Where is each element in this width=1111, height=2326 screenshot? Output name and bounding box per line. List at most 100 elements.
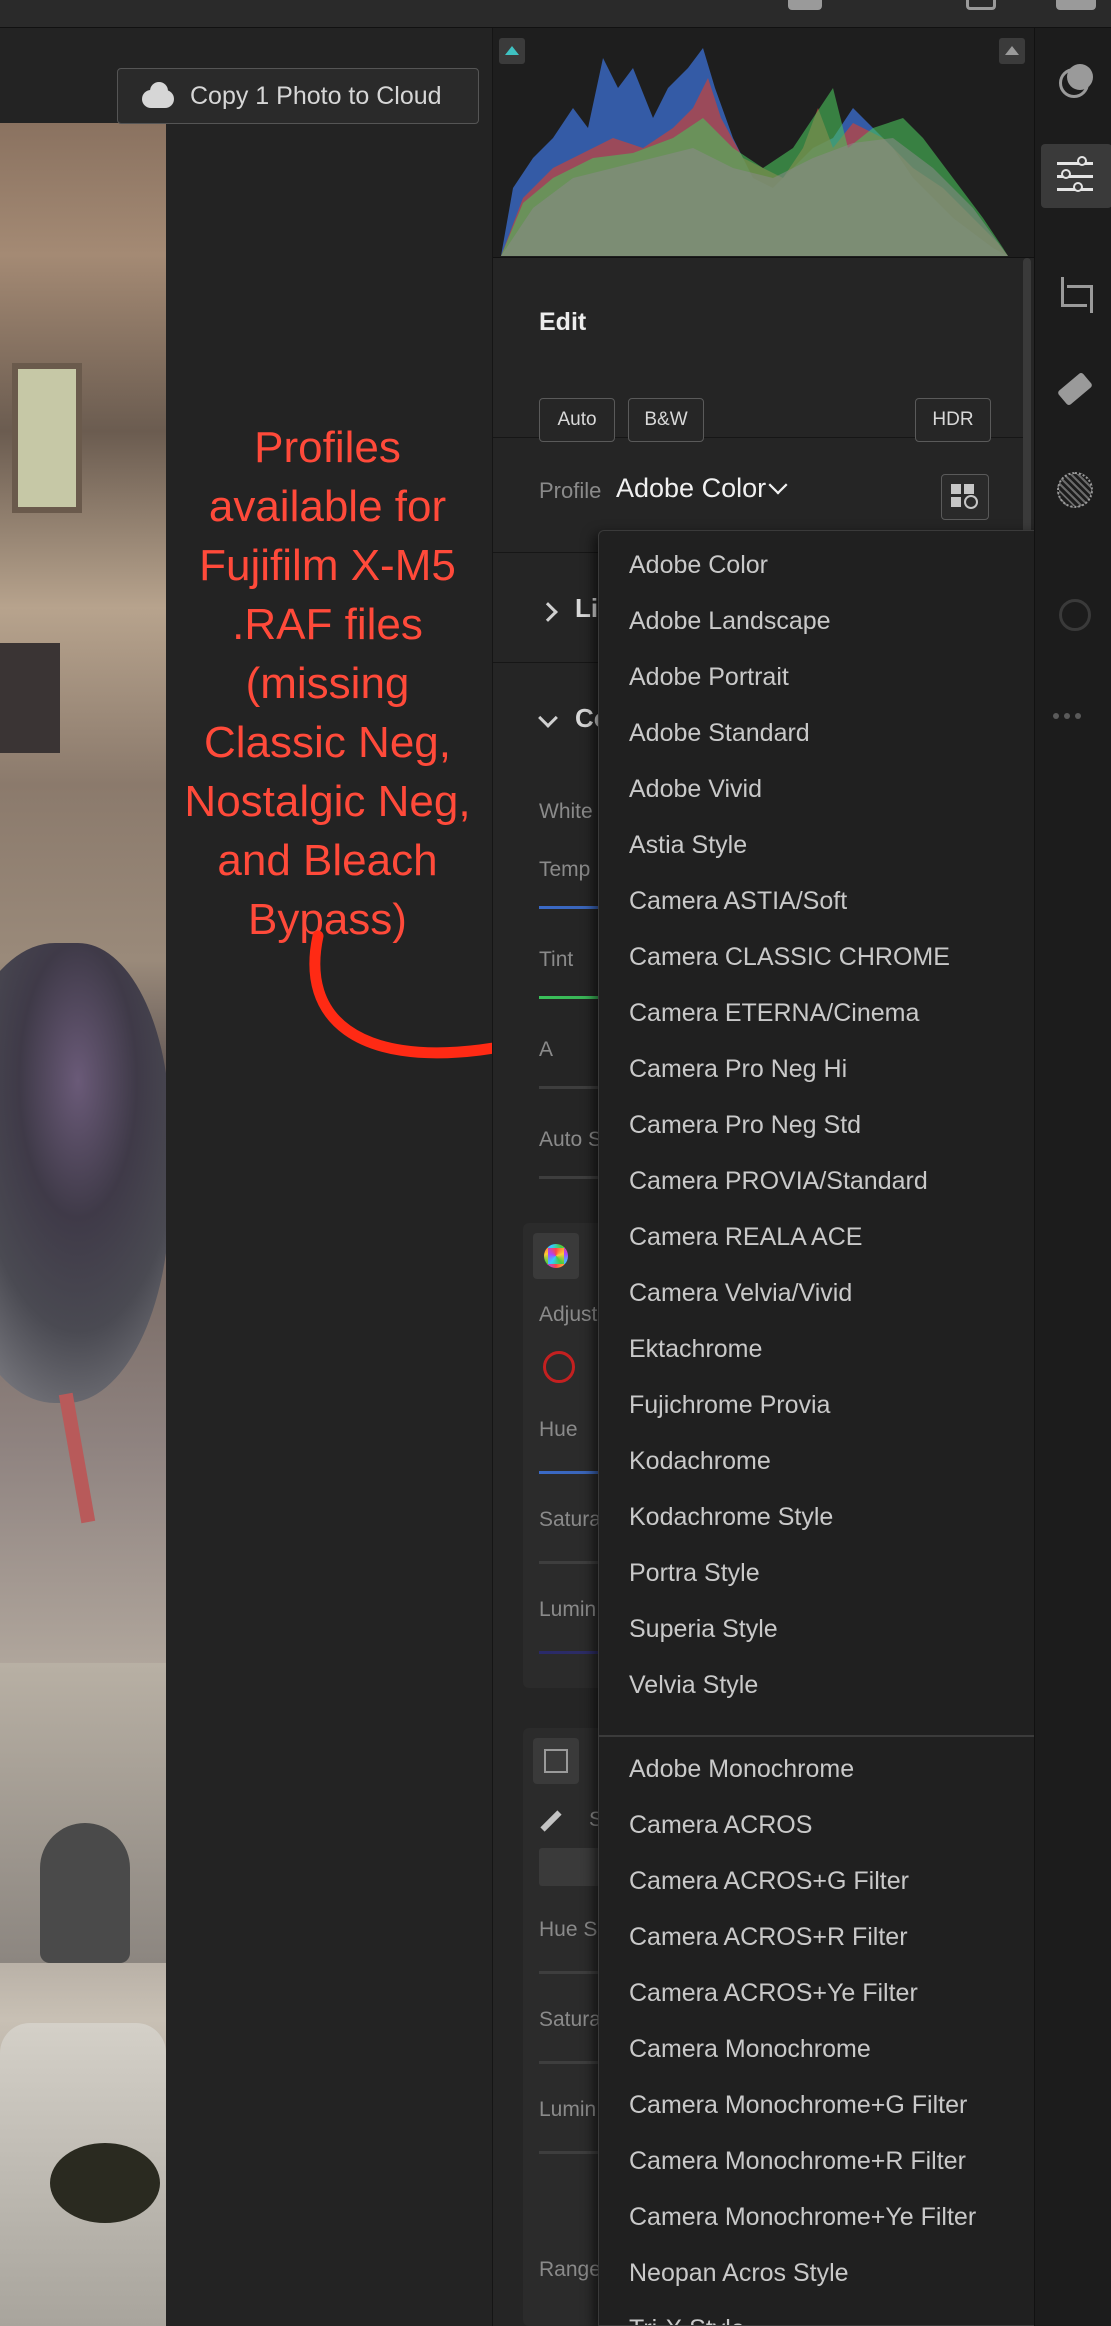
photo-padlock [40, 1823, 130, 1963]
heal-fill [1067, 64, 1093, 90]
photo-canvas: Copy 1 Photo to Cloud Profiles available… [0, 28, 492, 2326]
help-icon[interactable] [966, 0, 996, 10]
white-balance-label: White [539, 800, 593, 823]
grid-search-icon [951, 484, 961, 494]
slider-knob [1077, 156, 1087, 166]
color-wheel-icon[interactable] [533, 1233, 579, 1279]
menu-icon[interactable] [1056, 0, 1096, 10]
photo-can-label [50, 2143, 160, 2223]
annotation-text: Profiles available for Fujifilm X-M5 .RA… [184, 423, 471, 944]
monochrome-profile-option[interactable]: Camera ACROS [629, 1811, 812, 1840]
slider-knob [1073, 182, 1083, 192]
chevron-down-icon [538, 708, 558, 728]
profile-option[interactable]: Adobe Vivid [629, 775, 762, 804]
heal-mask-icon[interactable] [1053, 60, 1097, 104]
light-label: Li [575, 593, 599, 623]
hue-label: Hue [539, 1418, 578, 1441]
eyedropper-icon[interactable] [540, 1810, 562, 1832]
history-clock [1059, 599, 1091, 631]
profile-option[interactable]: Portra Style [629, 1559, 760, 1588]
a-label: A [539, 1038, 554, 1061]
hue-shift-label: Hue S [539, 1918, 598, 1941]
profile-option[interactable]: Adobe Standard [629, 719, 810, 748]
monochrome-profile-option[interactable]: Camera Monochrome+G Filter [629, 2091, 967, 2120]
profile-option[interactable]: Camera Pro Neg Hi [629, 1055, 847, 1084]
grid-cell [964, 484, 974, 494]
monochrome-profile-option[interactable]: Camera ACROS+G Filter [629, 1867, 909, 1896]
luminance-label: Lumin [539, 1598, 597, 1621]
chevron-down-icon[interactable] [768, 475, 788, 495]
magnifier-icon [964, 495, 978, 509]
crop-icon[interactable] [1053, 273, 1097, 317]
range-label: Range [539, 2258, 601, 2281]
profile-option[interactable]: Camera ETERNA/Cinema [629, 999, 919, 1028]
top-bar [0, 0, 1111, 28]
profile-dropdown[interactable]: Adobe Color [616, 473, 766, 504]
monochrome-profile-option[interactable]: Camera Monochrome+R Filter [629, 2147, 966, 2176]
browse-profiles-button[interactable] [941, 474, 989, 520]
tint-label: Tint [539, 948, 574, 971]
copy-to-cloud-label: Copy 1 Photo to Cloud [190, 81, 442, 110]
grid-cell [951, 497, 961, 507]
profile-option[interactable]: Fujichrome Provia [629, 1391, 830, 1420]
monochrome-profile-option[interactable]: Tri-X Style [629, 2315, 745, 2325]
profile-option[interactable]: Superia Style [629, 1615, 778, 1644]
profile-option[interactable]: Velvia Style [629, 1671, 758, 1700]
point-color-glyph [544, 1749, 568, 1773]
crop-b [1067, 285, 1093, 313]
profile-option[interactable]: Kodachrome [629, 1447, 771, 1476]
profile-option[interactable]: Adobe Landscape [629, 607, 831, 636]
monochrome-profile-option[interactable]: Adobe Monochrome [629, 1755, 854, 1784]
monochrome-profile-option[interactable]: Camera ACROS+R Filter [629, 1923, 908, 1952]
monochrome-profile-option[interactable]: Camera Monochrome [629, 2035, 871, 2064]
temp-label: Temp [539, 858, 591, 881]
monochrome-profile-option[interactable]: Camera Monochrome+Ye Filter [629, 2203, 976, 2232]
pigeon-photo [0, 123, 166, 2326]
adjust-label: Adjust [539, 1303, 598, 1326]
more-dots [1053, 713, 1059, 719]
history-icon[interactable] [1053, 593, 1097, 637]
copy-to-cloud-button[interactable]: Copy 1 Photo to Cloud [117, 68, 479, 124]
shield-icon[interactable] [788, 0, 822, 10]
more-icon[interactable] [1053, 693, 1097, 737]
eraser-body [1056, 371, 1094, 407]
pc-saturation-label: Satura [539, 2008, 601, 2031]
histogram-graph [501, 48, 1008, 256]
profile-label: Profile [539, 478, 602, 503]
photo-window-detail [12, 363, 82, 513]
profile-option[interactable]: Camera Velvia/Vivid [629, 1279, 852, 1308]
profile-option[interactable]: Ektachrome [629, 1335, 762, 1364]
bw-button[interactable]: B&W [628, 398, 704, 442]
cloud-upload-icon [140, 82, 188, 115]
menu-divider [599, 1735, 1072, 1737]
profile-option[interactable]: Camera CLASSIC CHROME [629, 943, 950, 972]
profile-option[interactable]: Camera REALA ACE [629, 1223, 862, 1252]
color-swatch-red[interactable] [543, 1351, 575, 1383]
profile-option[interactable]: Adobe Portrait [629, 663, 789, 692]
chevron-right-icon [538, 602, 558, 622]
auto-button[interactable]: Auto [539, 398, 615, 442]
profile-menu: Adobe Color Adobe Landscape Adobe Portrait… [598, 530, 1073, 2326]
edit-sliders-icon[interactable] [1041, 144, 1111, 208]
histogram [493, 28, 1035, 258]
photo-shutter-detail [0, 643, 60, 753]
profile-option[interactable]: Camera ASTIA/Soft [629, 887, 847, 916]
mask-dots [1057, 472, 1093, 508]
slider-line [1057, 162, 1093, 165]
monochrome-profile-option[interactable]: Camera ACROS+Ye Filter [629, 1979, 918, 2008]
saturation-label: Satura [539, 1508, 601, 1531]
monochrome-profile-option[interactable]: Neopan Acros Style [629, 2259, 849, 2288]
auto-s-label: Auto S [539, 1128, 603, 1151]
eraser-icon[interactable] [1053, 368, 1097, 412]
profile-option[interactable]: Astia Style [629, 831, 747, 860]
point-color-icon[interactable] [533, 1738, 579, 1784]
photo-pigeon-leg [58, 1392, 96, 1524]
profile-option[interactable]: Adobe Color [629, 551, 768, 580]
hdr-button[interactable]: HDR [915, 398, 991, 442]
photo-pigeon-detail [0, 943, 166, 1403]
profile-option[interactable]: Camera PROVIA/Standard [629, 1167, 928, 1196]
profile-option[interactable]: Kodachrome Style [629, 1503, 833, 1532]
slider-knob [1061, 169, 1071, 179]
profile-option[interactable]: Camera Pro Neg Std [629, 1111, 861, 1140]
masking-icon[interactable] [1053, 468, 1097, 512]
